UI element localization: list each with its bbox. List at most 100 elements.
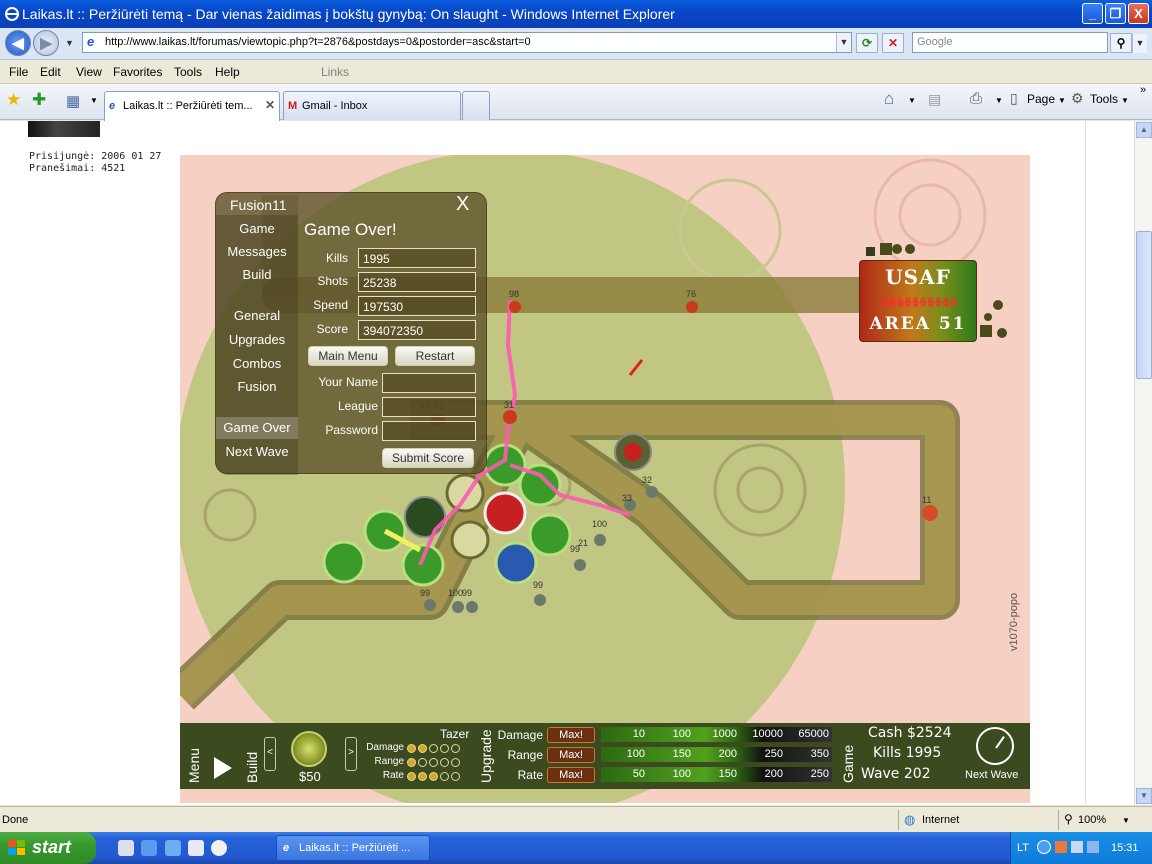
tower xyxy=(528,513,572,557)
language-indicator[interactable]: LT xyxy=(1017,842,1029,854)
address-dropdown[interactable]: ▼ xyxy=(836,33,851,52)
next-wave-timer-icon[interactable] xyxy=(976,727,1014,765)
main-menu-button[interactable]: Main Menu xyxy=(308,346,388,366)
tab-laikas[interactable]: e Laikas.lt :: Peržiūrėti tem... ✕ xyxy=(104,91,280,121)
upgrade-rate-max-button[interactable]: Max! xyxy=(547,767,595,783)
links-toolbar[interactable]: Links xyxy=(321,65,349,79)
search-input[interactable]: Google xyxy=(912,32,1108,53)
restart-button[interactable]: Restart xyxy=(395,346,475,366)
submit-score-button[interactable]: Submit Score xyxy=(382,448,474,468)
tray-app-icon[interactable] xyxy=(1055,841,1067,853)
home-dropdown[interactable]: ▼ xyxy=(908,96,916,105)
page-icon[interactable]: ▯ xyxy=(1010,90,1018,107)
side-item-game-over[interactable]: Game Over xyxy=(216,417,298,439)
rate-tick: 250 xyxy=(810,768,829,780)
tab-gmail[interactable]: M Gmail - Inbox xyxy=(283,91,461,120)
address-bar[interactable]: e http://www.laikas.lt/forumas/viewtopic… xyxy=(82,32,852,53)
menu-toggle[interactable]: Menu xyxy=(186,748,202,783)
print-icon[interactable]: ⎙ xyxy=(970,90,982,107)
media-player-icon[interactable] xyxy=(211,840,227,856)
restore-button[interactable]: ❐ xyxy=(1105,3,1126,24)
taskbar-ie-window[interactable]: e Laikas.lt :: Peržiūrėti ... xyxy=(276,835,430,861)
history-dropdown[interactable]: ▼ xyxy=(62,34,77,53)
zoom-level[interactable]: 100% xyxy=(1078,814,1106,826)
page-dropdown[interactable]: ▼ xyxy=(1058,96,1066,105)
menu-favorites[interactable]: Favorites xyxy=(113,65,162,79)
rate-tick: 200 xyxy=(764,768,783,780)
shots-label: Shots xyxy=(317,274,348,288)
quick-tabs-icon[interactable]: ▦ xyxy=(66,92,80,110)
your-name-input[interactable] xyxy=(382,373,476,393)
tools-dropdown[interactable]: ▼ xyxy=(1121,96,1129,105)
upgrade-range-max-button[interactable]: Max! xyxy=(547,747,595,763)
tab-close-icon[interactable]: ✕ xyxy=(265,98,275,112)
forward-button[interactable]: ▶ xyxy=(33,30,59,56)
side-item-fusion[interactable]: Fusion xyxy=(216,379,298,394)
home-icon[interactable]: ⌂ xyxy=(884,89,894,109)
menu-file[interactable]: File xyxy=(9,65,28,79)
app-quicklaunch-icon[interactable] xyxy=(188,840,204,856)
side-item-game[interactable]: Game xyxy=(216,221,298,236)
print-dropdown[interactable]: ▼ xyxy=(995,96,1003,105)
chevron-right-icon[interactable]: » xyxy=(1140,84,1146,96)
scroll-down-arrow-icon[interactable]: ▼ xyxy=(1136,788,1152,804)
tower-damage-label: Damage xyxy=(366,742,404,753)
upgrade-damage-label: Damage xyxy=(497,728,543,742)
favorites-star-icon[interactable]: ★ xyxy=(6,90,21,110)
stop-button[interactable]: ✕ xyxy=(882,33,904,53)
status-bar: Done ◍ Internet ⚲ 100% ▼ xyxy=(0,806,1152,832)
panel-close-icon[interactable]: X xyxy=(456,193,469,216)
scroll-up-arrow-icon[interactable]: ▲ xyxy=(1136,122,1152,138)
page-menu[interactable]: Page xyxy=(1027,92,1055,106)
tower-range-dots xyxy=(407,756,462,767)
tray-volume-icon[interactable] xyxy=(1087,841,1099,853)
side-item-combos[interactable]: Combos xyxy=(216,356,298,371)
menu-tools[interactable]: Tools xyxy=(174,65,202,79)
address-toolbar: ◀ ▶ ▼ e http://www.laikas.lt/forumas/vie… xyxy=(0,28,1152,60)
vertical-scrollbar[interactable]: ▲ ▼ xyxy=(1134,121,1152,805)
prev-tower-button[interactable]: < xyxy=(264,737,276,771)
password-input[interactable] xyxy=(382,421,476,441)
decor-circle xyxy=(898,183,962,247)
refresh-button[interactable]: ⟳ xyxy=(856,33,878,53)
next-wave-button[interactable]: Next Wave xyxy=(965,769,1018,781)
gear-icon[interactable]: ⚙ xyxy=(1071,90,1084,107)
taskbar-item-label: Laikas.lt :: Peržiūrėti ... xyxy=(299,842,411,854)
enemy-hp-label: 100 xyxy=(592,519,608,529)
menu-view[interactable]: View xyxy=(76,65,102,79)
menu-edit[interactable]: Edit xyxy=(40,65,61,79)
new-tab-button[interactable] xyxy=(462,91,490,120)
ie-quicklaunch-icon[interactable] xyxy=(141,840,157,856)
enemy-plane xyxy=(574,559,586,571)
selected-tower-icon[interactable] xyxy=(291,731,327,767)
profile-joined: Prisijungė: 2006 01 27 xyxy=(29,151,162,162)
back-button[interactable]: ◀ xyxy=(5,30,31,56)
minimize-button[interactable]: _ xyxy=(1082,3,1103,24)
search-quicklaunch-icon[interactable] xyxy=(165,840,181,856)
start-button[interactable]: start xyxy=(0,832,96,864)
upgrade-label: Upgrade xyxy=(478,729,494,783)
menu-help[interactable]: Help xyxy=(215,65,240,79)
play-icon[interactable] xyxy=(214,757,232,779)
zoom-icon[interactable]: ⚲ xyxy=(1064,812,1073,826)
feeds-icon[interactable]: ▤ xyxy=(928,91,941,108)
tray-expand-icon[interactable] xyxy=(1037,840,1051,854)
add-favorite-icon[interactable]: ✚ xyxy=(32,90,46,110)
upgrade-damage-max-button[interactable]: Max! xyxy=(547,727,595,743)
show-desktop-icon[interactable] xyxy=(118,840,134,856)
tower-price: $50 xyxy=(299,769,321,784)
search-options-dropdown[interactable]: ▼ xyxy=(1132,34,1147,53)
tools-menu[interactable]: Tools xyxy=(1090,92,1118,106)
tab-list-dropdown[interactable]: ▼ xyxy=(90,96,98,105)
search-icon[interactable]: ⚲ xyxy=(1110,33,1132,53)
close-button[interactable]: X xyxy=(1128,3,1149,24)
scroll-thumb[interactable] xyxy=(1136,231,1152,379)
game-canvas[interactable]: 98 76 44 31 31 32 33 100 11 21 99 99 100… xyxy=(180,155,1030,803)
zoom-dropdown[interactable]: ▼ xyxy=(1122,816,1130,825)
damage-tick: 100 xyxy=(672,728,691,740)
kills-field: 1995 xyxy=(358,248,476,268)
side-item-next-wave[interactable]: Next Wave xyxy=(216,444,298,459)
tray-network-icon[interactable] xyxy=(1071,841,1083,853)
league-input[interactable] xyxy=(382,397,476,417)
your-name-label: Your Name xyxy=(318,375,378,389)
